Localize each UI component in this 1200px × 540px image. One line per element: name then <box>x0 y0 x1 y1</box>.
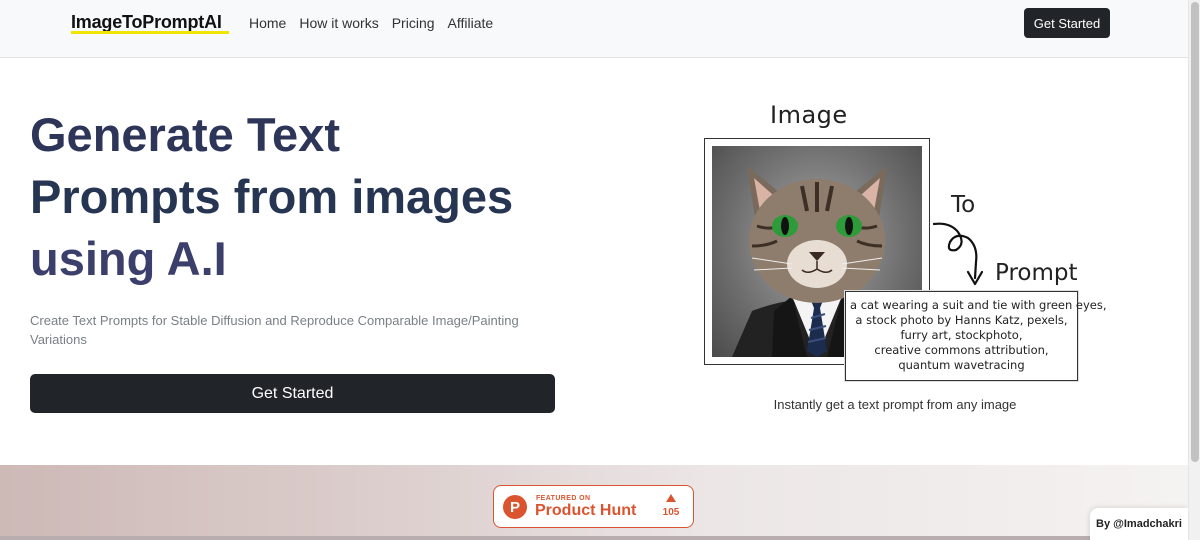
generated-prompt-box: a cat wearing a suit and tie with green … <box>845 291 1107 381</box>
product-hunt-badge[interactable]: P FEATURED ON Product Hunt 105 <box>493 485 694 528</box>
hero-title-line-2: Prompts from images <box>30 170 514 223</box>
nav-link-affiliate[interactable]: Affiliate <box>448 15 494 31</box>
product-hunt-name: Product Hunt <box>535 502 637 519</box>
page-scrollbar[interactable] <box>1188 0 1200 540</box>
brand-logo[interactable]: ImageToPromptAI <box>71 12 222 33</box>
nav-get-started-button[interactable]: Get Started <box>1024 8 1110 38</box>
illustration-image-label: Image <box>770 101 848 129</box>
illustration-prompt-label: Prompt <box>995 260 1078 286</box>
illustration-caption: Instantly get a text prompt from any ima… <box>773 397 1017 412</box>
hero-get-started-button[interactable]: Get Started <box>30 374 555 413</box>
author-credit-badge[interactable]: By @Imadchakri <box>1090 508 1188 540</box>
navbar: ImageToPromptAI Home How it works Pricin… <box>0 0 1188 58</box>
brand-underline <box>71 31 229 34</box>
prompt-line: furry art, stockphoto, <box>900 328 1023 342</box>
prompt-line: a stock photo by Hanns Katz, pexels, <box>855 313 1068 327</box>
nav-links: Home How it works Pricing Affiliate <box>249 15 506 31</box>
hero-title: Generate Text Prompts from images using … <box>30 104 590 290</box>
nav-link-home[interactable]: Home <box>249 15 286 31</box>
curved-arrow-icon <box>932 222 984 286</box>
product-hunt-featured-on: FEATURED ON <box>536 495 591 502</box>
prompt-line: a cat wearing a suit and tie with green … <box>850 298 1107 312</box>
nav-link-pricing[interactable]: Pricing <box>392 15 435 31</box>
hero-title-line-3: using A.I <box>30 232 227 285</box>
nav-link-how-it-works[interactable]: How it works <box>299 15 378 31</box>
page: ImageToPromptAI Home How it works Pricin… <box>0 0 1200 540</box>
hero-subtitle: Create Text Prompts for Stable Diffusion… <box>30 313 519 347</box>
product-hunt-upvotes: 105 <box>657 494 685 522</box>
hero-title-line-1: Generate Text <box>30 108 340 161</box>
product-hunt-logo-icon: P <box>503 495 527 519</box>
prompt-line: creative commons attribution, <box>874 343 1049 357</box>
band-divider <box>0 536 1188 540</box>
prompt-line: quantum wavetracing <box>898 358 1025 372</box>
scrollbar-thumb[interactable] <box>1191 2 1199 462</box>
upvote-count: 105 <box>662 507 680 518</box>
illustration-to-label: To <box>951 192 976 218</box>
upvote-triangle-icon <box>666 494 676 502</box>
